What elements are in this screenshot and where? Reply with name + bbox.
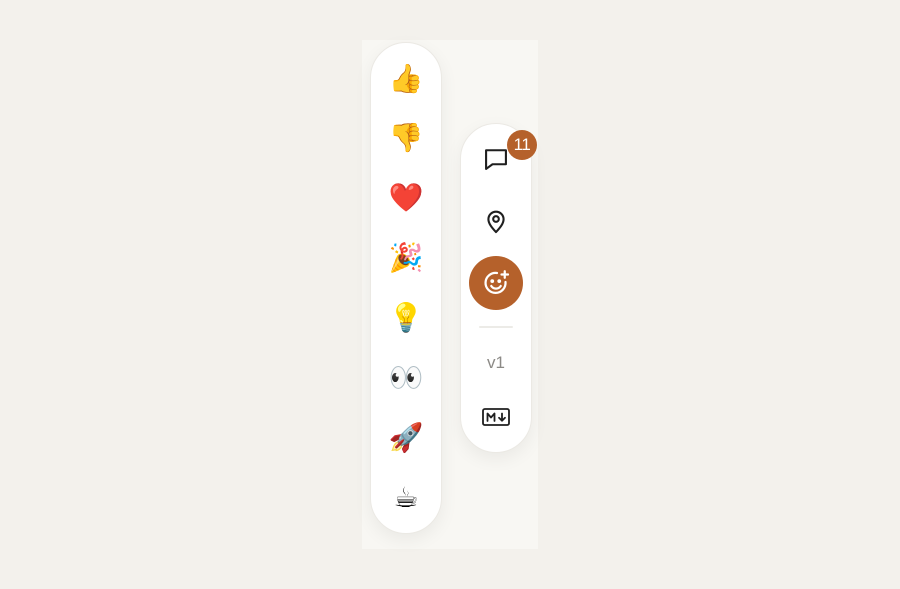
- heart-icon: ❤️: [388, 181, 424, 214]
- thumbs-up-icon: 👍: [388, 62, 424, 95]
- reaction-party-button[interactable]: 🎉: [384, 236, 428, 280]
- map-pin-icon: [487, 210, 505, 234]
- add-reaction-button[interactable]: [469, 256, 523, 310]
- party-popper-icon: 🎉: [388, 241, 424, 274]
- reaction-coffee-button[interactable]: ☕: [384, 476, 428, 520]
- markdown-button[interactable]: [469, 390, 523, 444]
- location-button[interactable]: [469, 194, 523, 248]
- reaction-rocket-button[interactable]: 🚀: [384, 416, 428, 460]
- hot-beverage-icon: ☕: [393, 481, 419, 514]
- reaction-thumbs-down-button[interactable]: 👎: [384, 116, 428, 160]
- version-label[interactable]: v1: [469, 349, 523, 377]
- markdown-icon: [482, 408, 510, 426]
- speech-bubble-icon: [485, 149, 507, 170]
- thumbs-down-icon: 👎: [388, 121, 424, 154]
- smiley-plus-icon: [484, 270, 510, 294]
- reaction-heart-button[interactable]: ❤️: [384, 176, 428, 220]
- reaction-eyes-button[interactable]: 👀: [384, 356, 428, 400]
- rocket-icon: 🚀: [388, 421, 424, 454]
- reaction-lightbulb-button[interactable]: 💡: [384, 296, 428, 340]
- side-toolbar: 11 v1: [460, 123, 537, 453]
- reaction-thumbs-up-button[interactable]: 👍: [384, 57, 428, 101]
- emoji-reaction-picker: 👍 👎 ❤️ 🎉 💡 👀 🚀 ☕: [370, 42, 442, 534]
- eyes-icon: 👀: [388, 361, 424, 394]
- reaction-toolbar-area: 👍 👎 ❤️ 🎉 💡 👀 🚀 ☕ 11 v1: [362, 40, 538, 549]
- comments-count-badge: 11: [507, 130, 537, 160]
- comments-button[interactable]: 11: [469, 130, 537, 186]
- toolbar-divider: [479, 326, 513, 328]
- light-bulb-icon: 💡: [388, 301, 424, 334]
